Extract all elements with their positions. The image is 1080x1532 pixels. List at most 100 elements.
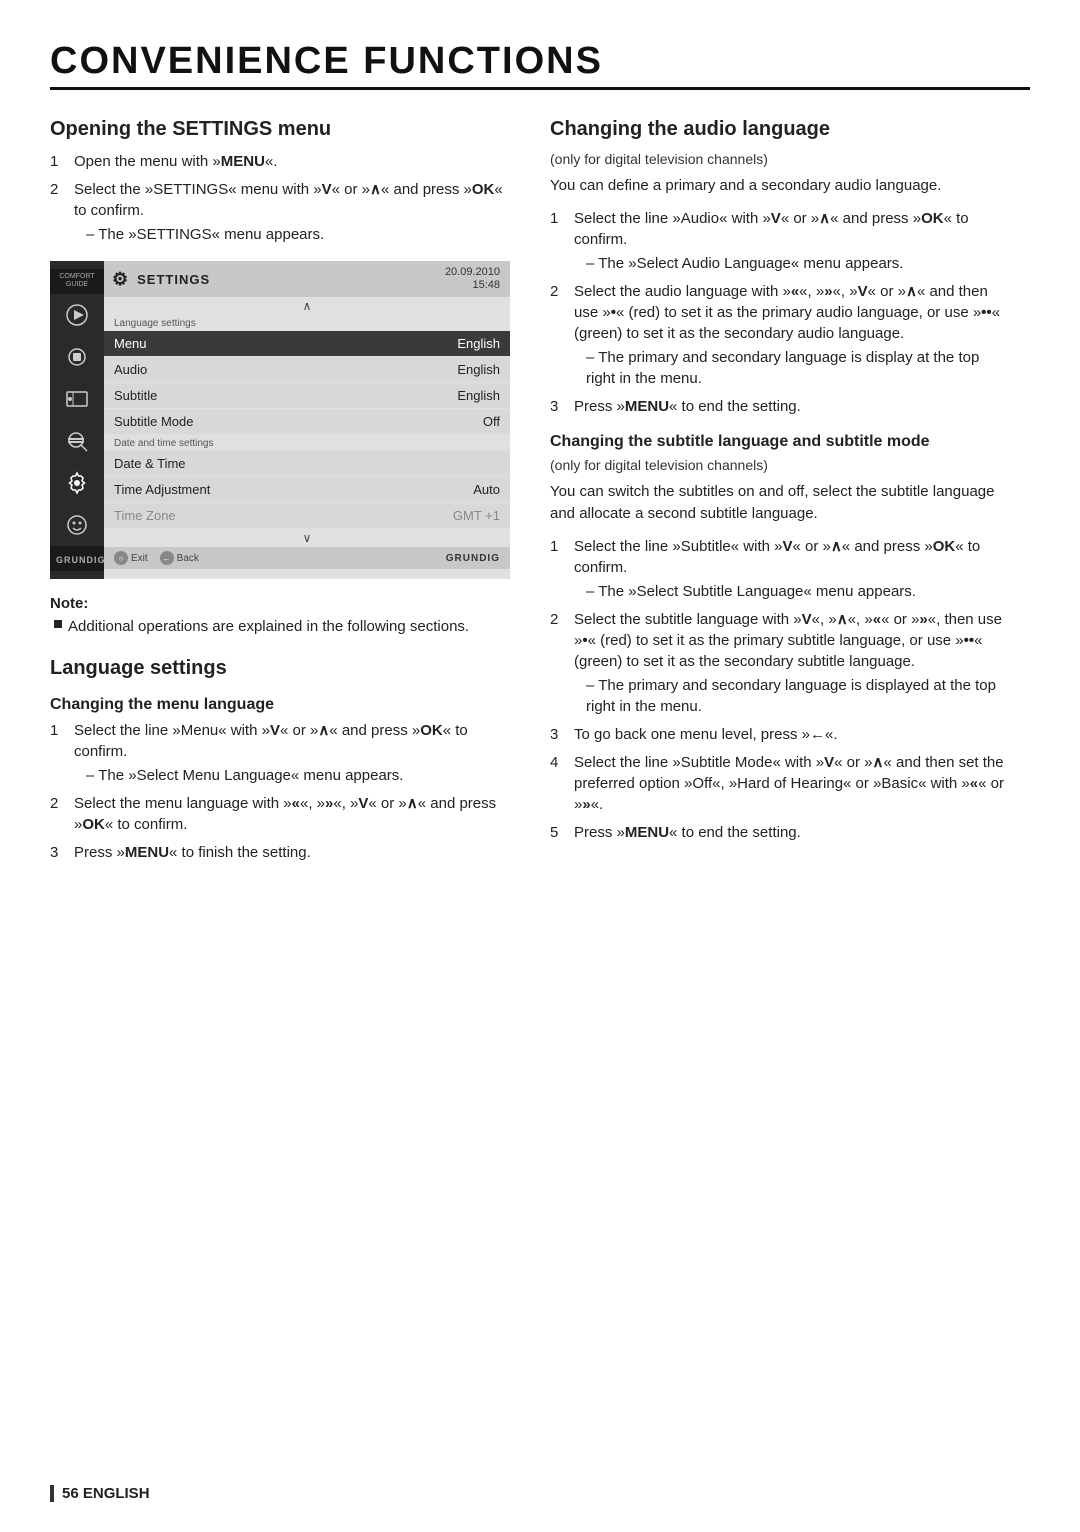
tv-row-menu-label: Menu — [114, 336, 147, 351]
step-sub: – The primary and secondary language is … — [574, 675, 1010, 717]
step-item: 3 Press »MENU« to finish the setting. — [50, 842, 510, 863]
step-number: 3 — [550, 724, 566, 745]
step-sub: – The primary and secondary language is … — [574, 347, 1010, 389]
step-item: 1 Select the line »Subtitle« with »V« or… — [550, 536, 1010, 602]
back-circle-icon: ← — [160, 551, 174, 565]
right-column: Changing the audio language (only for di… — [550, 118, 1010, 873]
opening-steps: 1 Open the menu with »MENU«. 2 Select th… — [50, 151, 510, 245]
step-item: 5 Press »MENU« to end the setting. — [550, 822, 1010, 843]
step-number: 1 — [50, 151, 66, 172]
step-number: 3 — [50, 842, 66, 863]
step-text: Select the line »Audio« with »V« or »∧« … — [574, 208, 1010, 274]
tv-scroll-down-indicator: ∨ — [104, 529, 510, 547]
step-text: Press »MENU« to finish the setting. — [74, 842, 510, 863]
tv-sidebar-icon-search — [56, 422, 98, 460]
step-item: 2 Select the audio language with »««, »»… — [550, 281, 1010, 389]
tv-row-date-time-label: Date & Time — [114, 456, 186, 471]
step-item: 1 Select the line »Menu« with »V« or »∧«… — [50, 720, 510, 786]
step-text: Select the subtitle language with »V«, »… — [574, 609, 1010, 717]
step-text: Select the line »Menu« with »V« or »∧« a… — [74, 720, 510, 786]
tv-header-title: ⚙ SETTINGS — [112, 269, 210, 290]
tv-row-subtitle-mode: Subtitle Mode Off — [104, 409, 510, 434]
tv-date-section-label: Date and time settings — [104, 435, 510, 450]
step-text: To go back one menu level, press »←«. — [574, 724, 1010, 745]
step-text: Open the menu with »MENU«. — [74, 151, 510, 172]
step-text: Select the line »Subtitle Mode« with »V«… — [574, 752, 1010, 815]
tv-lang-section-label: Language settings — [104, 315, 510, 330]
audio-steps: 1 Select the line »Audio« with »V« or »∧… — [550, 208, 1010, 417]
tv-row-subtitle-mode-value: Off — [483, 414, 500, 429]
tv-row-subtitle-mode-label: Subtitle Mode — [114, 414, 194, 429]
tv-back-button: ← Back — [160, 551, 199, 565]
language-section-title: Language settings — [50, 657, 510, 680]
step-sub: – The »Select Menu Language« menu appear… — [74, 765, 510, 786]
tv-row-time-adjustment: Time Adjustment Auto — [104, 477, 510, 502]
step-item: 2 Select the menu language with »««, »»«… — [50, 793, 510, 835]
step-number: 3 — [550, 396, 566, 417]
step-number: 5 — [550, 822, 566, 843]
tv-time: 15:48 — [445, 279, 500, 292]
tv-row-time-zone-label: Time Zone — [114, 508, 176, 523]
subtitle-section-note: (only for digital television channels) — [550, 457, 1010, 473]
note-item: Additional operations are explained in t… — [50, 616, 510, 637]
step-number: 1 — [550, 536, 566, 602]
step-sub: – The »Select Audio Language« menu appea… — [574, 253, 1010, 274]
step-text: Select the line »Subtitle« with »V« or »… — [574, 536, 1010, 602]
audio-section-title: Changing the audio language — [550, 118, 1010, 141]
tv-sidebar-icon-face — [56, 506, 98, 544]
tv-header: ⚙ SETTINGS 20.09.2010 15:48 — [104, 261, 510, 297]
exit-circle-icon: ○ — [114, 551, 128, 565]
tv-scroll-up-indicator: ∧ — [104, 297, 510, 315]
page-footer: 56 ENGLISH — [50, 1485, 150, 1502]
tv-footer: ○ Exit ← Back GRUNDIG — [104, 547, 510, 569]
grundig-logo-small: GRUNDIG — [56, 555, 106, 565]
step-item: 2 Select the subtitle language with »V«,… — [550, 609, 1010, 717]
step-item: 1 Open the menu with »MENU«. — [50, 151, 510, 172]
back-label: Back — [177, 553, 199, 564]
tv-row-time-zone-value: GMT +1 — [453, 508, 500, 523]
step-number: 2 — [550, 281, 566, 389]
step-item: 3 To go back one menu level, press »←«. — [550, 724, 1010, 745]
tv-sidebar-icon-settings — [56, 464, 98, 502]
tv-sidebar: COMFORTGUIDE — [50, 261, 104, 579]
tv-header-datetime: 20.09.2010 15:48 — [445, 266, 500, 292]
step-number: 1 — [50, 720, 66, 786]
subtitle-section-intro: You can switch the subtitles on and off,… — [550, 481, 1010, 526]
note-text: Additional operations are explained in t… — [68, 616, 469, 637]
step-item: 1 Select the line »Audio« with »V« or »∧… — [550, 208, 1010, 274]
step-number: 1 — [550, 208, 566, 274]
opening-section-title: Opening the SETTINGS menu — [50, 118, 510, 141]
tv-content-area: ⚙ SETTINGS 20.09.2010 15:48 ∧ Language s… — [104, 261, 510, 579]
step-text: Select the audio language with »««, »»«,… — [574, 281, 1010, 389]
menu-language-steps: 1 Select the line »Menu« with »V« or »∧«… — [50, 720, 510, 863]
tv-menu-screenshot: COMFORTGUIDE — [50, 261, 510, 579]
step-number: 2 — [50, 179, 66, 245]
step-text: Select the »SETTINGS« menu with »V« or »… — [74, 179, 510, 245]
settings-icon: ⚙ — [112, 269, 129, 290]
step-item: 2 Select the »SETTINGS« menu with »V« or… — [50, 179, 510, 245]
step-text: Press »MENU« to end the setting. — [574, 396, 1010, 417]
note-bullet — [54, 620, 62, 628]
tv-row-audio-value: English — [457, 362, 500, 377]
step-number: 4 — [550, 752, 566, 815]
note-title: Note: — [50, 595, 510, 612]
tv-row-audio: Audio English — [104, 357, 510, 382]
tv-row-time-adj-value: Auto — [473, 482, 500, 497]
step-item: 4 Select the line »Subtitle Mode« with »… — [550, 752, 1010, 815]
tv-sidebar-icon-record — [56, 338, 98, 376]
tv-row-audio-label: Audio — [114, 362, 147, 377]
exit-label: Exit — [131, 553, 148, 564]
tv-row-subtitle: Subtitle English — [104, 383, 510, 408]
grundig-logo: GRUNDIG — [446, 553, 500, 564]
step-text: Select the menu language with »««, »»«, … — [74, 793, 510, 835]
language-settings-section: Language settings Changing the menu lang… — [50, 657, 510, 863]
page-title: CONVENIENCE FUNCTIONS — [50, 40, 1030, 90]
step-text: Press »MENU« to end the setting. — [574, 822, 1010, 843]
tv-footer-buttons: ○ Exit ← Back — [114, 551, 199, 565]
tv-row-menu: Menu English — [104, 331, 510, 356]
tv-sidebar-grundig: GRUNDIG — [50, 546, 104, 571]
tv-row-subtitle-label: Subtitle — [114, 388, 157, 403]
tv-row-menu-value: English — [457, 336, 500, 351]
step-sub: – The »SETTINGS« menu appears. — [74, 224, 510, 245]
menu-language-subsection-title: Changing the menu language — [50, 696, 510, 714]
